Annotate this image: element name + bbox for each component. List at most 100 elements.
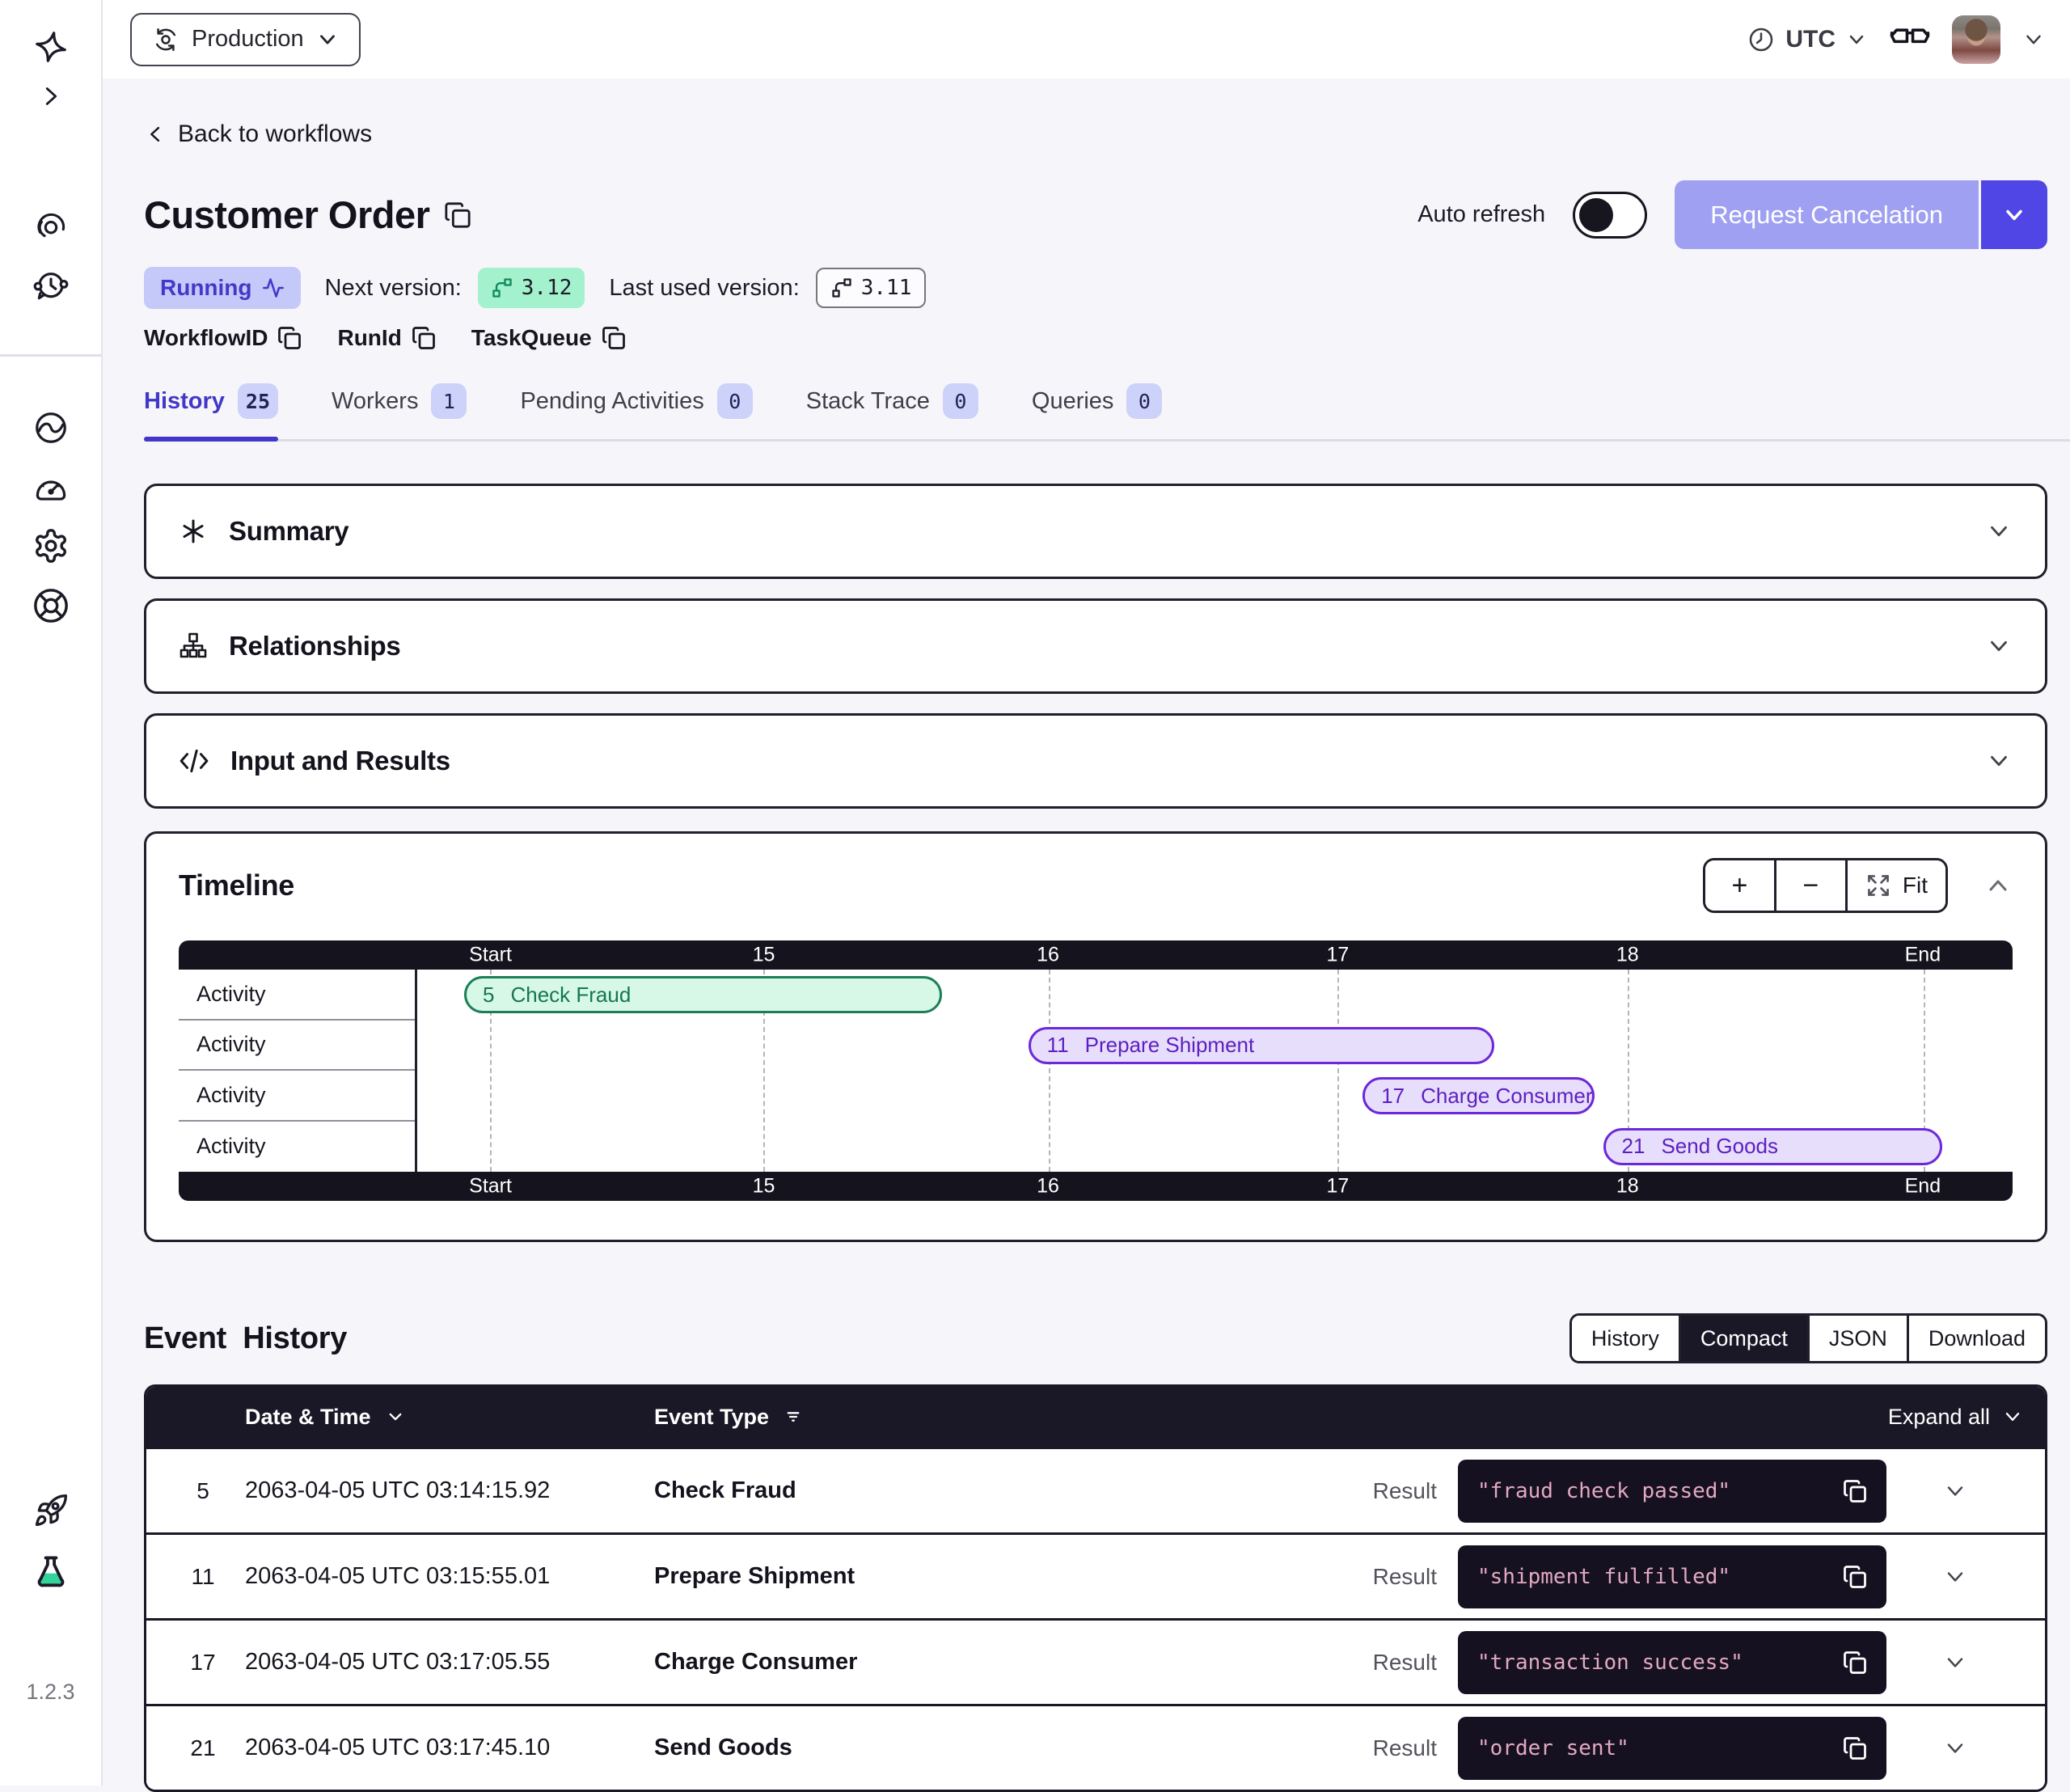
timeline-bar-id: 11 xyxy=(1047,1033,1069,1058)
tab-history[interactable]: History 25 xyxy=(144,383,278,440)
sidebar-expand-icon[interactable] xyxy=(37,82,65,110)
tab-queries[interactable]: Queries 0 xyxy=(1032,383,1163,440)
chevron-down-icon xyxy=(1985,632,2013,660)
copy-result-icon[interactable] xyxy=(1843,1479,1867,1503)
asterisk-icon xyxy=(179,517,208,546)
timeline-tick-label: 16 xyxy=(1037,1175,1059,1198)
namespace-selector[interactable]: Production xyxy=(130,13,361,66)
back-to-workflows-link[interactable]: Back to workflows xyxy=(144,120,372,148)
expand-row-chevron-icon[interactable] xyxy=(1942,1650,1968,1676)
timeline-bar-label: Prepare Shipment xyxy=(1085,1033,1255,1058)
nexus-icon[interactable] xyxy=(32,409,70,446)
copy-result-icon[interactable] xyxy=(1843,1650,1867,1675)
chevron-down-icon xyxy=(1985,747,2013,775)
workflow-id-item: WorkflowID xyxy=(144,325,302,351)
tab-count-badge: 0 xyxy=(717,383,753,419)
usage-gauge-icon[interactable] xyxy=(32,469,70,506)
timeline-bar-check-fraud[interactable]: 5Check Fraud xyxy=(464,976,942,1013)
expand-row-chevron-icon[interactable] xyxy=(1942,1735,1968,1761)
help-lifebuoy-icon[interactable] xyxy=(32,587,70,624)
timeline-bar-label: Send Goods xyxy=(1661,1134,1778,1159)
event-row[interactable]: 5 2063-04-05 UTC 03:14:15.92 Check Fraud… xyxy=(146,1447,2045,1532)
expand-row-chevron-icon[interactable] xyxy=(1942,1564,1968,1590)
timeline-row-labels: Activity Activity Activity Activity xyxy=(179,970,417,1172)
auto-refresh-toggle[interactable] xyxy=(1573,192,1647,239)
result-value-pill: "fraud check passed" xyxy=(1458,1460,1886,1523)
request-cancelation-label: Request Cancelation xyxy=(1710,201,1943,230)
view-compact-button[interactable]: Compact xyxy=(1681,1316,1810,1361)
relationships-section[interactable]: Relationships xyxy=(144,598,2047,694)
event-row[interactable]: 21 2063-04-05 UTC 03:17:45.10 Send Goods… xyxy=(146,1704,2045,1790)
request-cancelation-button[interactable]: Request Cancelation xyxy=(1675,180,1979,249)
timeline-row-label: Activity xyxy=(179,1071,415,1122)
event-datetime: 2063-04-05 UTC 03:14:15.92 xyxy=(245,1477,654,1504)
tab-workers[interactable]: Workers 1 xyxy=(332,383,467,440)
namespace-label: Production xyxy=(192,26,304,53)
event-type: Prepare Shipment xyxy=(654,1563,1373,1590)
view-json-button[interactable]: JSON xyxy=(1810,1316,1909,1361)
copy-title-icon[interactable] xyxy=(444,201,471,229)
timeline-tick-label: 17 xyxy=(1326,944,1349,967)
timeline-bar-prepare-shipment[interactable]: 11 Prepare Shipment xyxy=(1029,1027,1495,1064)
workflows-icon[interactable] xyxy=(33,209,69,244)
summary-section[interactable]: Summary xyxy=(144,484,2047,579)
column-date-time[interactable]: Date & Time xyxy=(245,1405,654,1430)
event-history-title: Event History xyxy=(144,1321,347,1356)
timeline-collapse-chevron-icon[interactable] xyxy=(1983,871,2013,900)
timeline-bar-id: 21 xyxy=(1622,1134,1645,1159)
feedback-glasses-icon[interactable] xyxy=(1889,23,1931,56)
timeline-row-label: Activity xyxy=(179,1122,415,1173)
left-sidebar: 1.2.3 xyxy=(0,0,103,1786)
main-content: Back to workflows Customer Order Auto re… xyxy=(103,78,2070,1786)
event-row[interactable]: 11 2063-04-05 UTC 03:15:55.01 Prepare Sh… xyxy=(146,1532,2045,1618)
expand-all-label: Expand all xyxy=(1888,1405,1990,1430)
copy-icon[interactable] xyxy=(412,326,436,350)
auto-refresh-label: Auto refresh xyxy=(1417,201,1545,228)
copy-icon[interactable] xyxy=(602,326,626,350)
tab-label: Workers xyxy=(332,388,418,415)
timeline-tick-label: 15 xyxy=(753,1175,775,1198)
cancelation-menu-button[interactable] xyxy=(1981,180,2047,249)
settings-gear-icon[interactable] xyxy=(32,527,70,564)
user-avatar[interactable] xyxy=(1952,15,2000,64)
sidebar-divider xyxy=(0,354,101,357)
chevron-down-icon xyxy=(315,27,340,52)
tab-pending-activities[interactable]: Pending Activities 0 xyxy=(520,383,752,440)
workflow-id-label: WorkflowID xyxy=(144,325,268,351)
chevron-down-icon xyxy=(2001,1405,2024,1428)
event-id: 17 xyxy=(161,1650,245,1676)
input-results-section[interactable]: Input and Results xyxy=(144,713,2047,809)
page-title: Customer Order xyxy=(144,192,429,237)
timeline-bar-charge-consumer[interactable]: 17Charge Consumer xyxy=(1362,1077,1595,1114)
chevron-down-icon xyxy=(2001,202,2027,228)
temporal-logo-icon[interactable] xyxy=(33,29,69,65)
fit-label: Fit xyxy=(1903,873,1928,898)
tab-count-badge: 25 xyxy=(238,383,278,419)
labs-flask-icon[interactable] xyxy=(32,1554,70,1591)
fit-button[interactable]: Fit xyxy=(1848,860,1945,911)
timezone-selector[interactable]: UTC xyxy=(1747,25,1868,54)
run-id-label: RunId xyxy=(337,325,401,351)
rocket-icon[interactable] xyxy=(33,1493,69,1528)
user-menu-chevron-icon[interactable] xyxy=(2021,27,2046,52)
schedules-icon[interactable] xyxy=(32,268,70,305)
result-label: Result xyxy=(1373,1478,1437,1504)
expand-all-button[interactable]: Expand all xyxy=(1888,1405,2024,1430)
view-history-button[interactable]: History xyxy=(1572,1316,1681,1361)
tab-count-badge: 0 xyxy=(1126,383,1162,419)
zoom-in-button[interactable]: + xyxy=(1705,860,1776,911)
tab-stack-trace[interactable]: Stack Trace 0 xyxy=(806,383,978,440)
timeline-tick-label: 17 xyxy=(1326,1175,1349,1198)
download-button[interactable]: Download xyxy=(1909,1316,2045,1361)
copy-icon[interactable] xyxy=(277,326,302,350)
timeline-tick-label: 15 xyxy=(753,944,775,967)
timeline-tick-label: Start xyxy=(469,1175,512,1198)
column-event-type[interactable]: Event Type xyxy=(654,1405,1458,1430)
zoom-out-button[interactable]: − xyxy=(1776,860,1848,911)
timeline-bar-send-goods[interactable]: 21 Send Goods xyxy=(1603,1128,1942,1165)
event-row[interactable]: 17 2063-04-05 UTC 03:17:05.55 Charge Con… xyxy=(146,1618,2045,1704)
expand-row-chevron-icon[interactable] xyxy=(1942,1478,1968,1504)
copy-result-icon[interactable] xyxy=(1843,1736,1867,1760)
copy-result-icon[interactable] xyxy=(1843,1565,1867,1589)
chevron-down-icon xyxy=(1985,518,2013,545)
